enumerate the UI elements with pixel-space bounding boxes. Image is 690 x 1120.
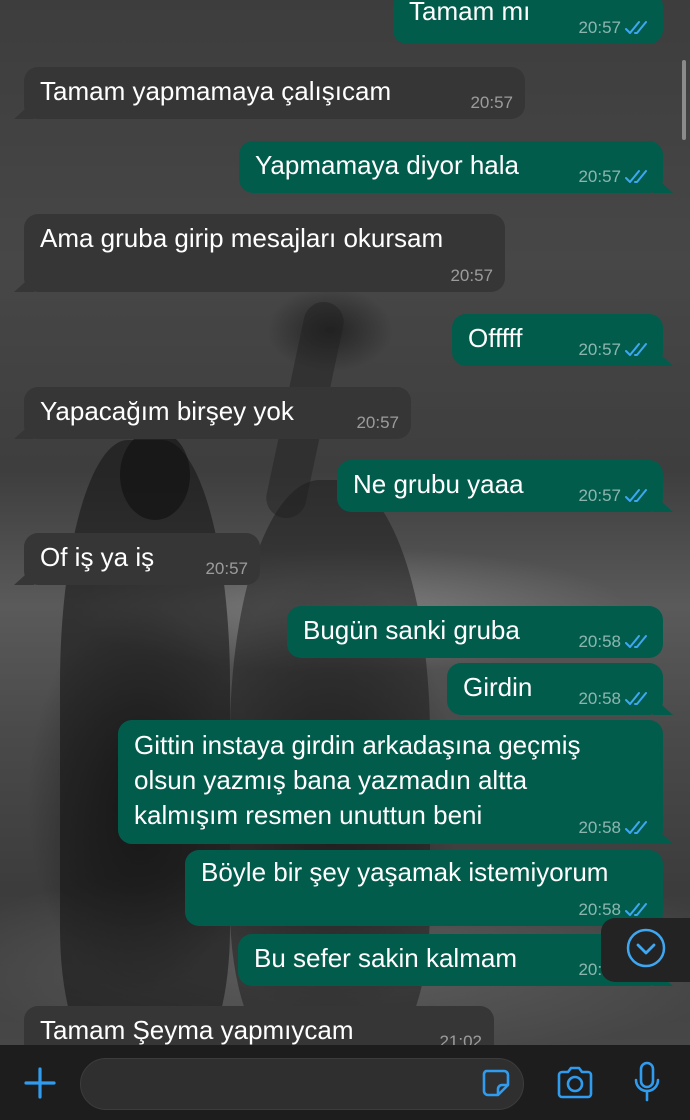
message-time: 20:57 xyxy=(578,340,621,359)
read-ticks-icon xyxy=(625,902,651,918)
message-text: Tamam Şeyma yapmıycam xyxy=(40,1015,354,1045)
sticker-icon[interactable] xyxy=(478,1065,514,1101)
message-bubble-outgoing[interactable]: Girdin 20:58 xyxy=(447,663,663,715)
message-time: 20:57 xyxy=(578,18,621,37)
message-bubble-outgoing[interactable]: Bugün sanki gruba 20:58 xyxy=(287,606,663,658)
message-meta: 20:58 xyxy=(578,818,651,838)
message-text: Yapacağım birşey yok xyxy=(40,396,294,426)
message-time: 20:57 xyxy=(356,413,399,432)
message-bubble-incoming[interactable]: Of iş ya iş 20:57 xyxy=(24,533,260,585)
read-ticks-icon xyxy=(625,169,651,185)
read-ticks-icon xyxy=(625,488,651,504)
message-time: 20:57 xyxy=(470,93,513,112)
read-ticks-icon xyxy=(625,634,651,650)
message-time: 20:58 xyxy=(578,689,621,708)
microphone-icon[interactable] xyxy=(630,1059,664,1105)
message-meta: 20:57 xyxy=(578,167,651,187)
read-ticks-icon xyxy=(625,691,651,707)
scroll-indicator[interactable] xyxy=(682,60,686,140)
message-meta: 20:58 xyxy=(578,689,651,709)
message-time: 20:57 xyxy=(578,486,621,505)
chevron-down-circle-icon xyxy=(625,927,667,974)
read-ticks-icon xyxy=(625,820,651,836)
message-text: Böyle bir şey yaşamak istemiyorum xyxy=(201,857,609,887)
message-bubble-incoming[interactable]: Tamam yapmamaya çalışıcam 20:57 xyxy=(24,67,525,119)
message-text: Ama gruba girip mesajları okursam xyxy=(40,223,444,253)
read-ticks-icon xyxy=(625,342,651,358)
message-time: 20:58 xyxy=(578,818,621,837)
read-ticks-icon xyxy=(625,20,651,36)
scroll-to-bottom-button[interactable] xyxy=(601,918,690,982)
message-input-bar xyxy=(0,1045,690,1120)
message-meta: 20:57 xyxy=(578,18,651,38)
message-time: 20:57 xyxy=(450,266,493,285)
wallpaper-figure-head xyxy=(120,430,190,520)
message-text: Gittin instaya girdin arkadaşına geçmiş … xyxy=(134,730,581,830)
message-meta: 20:57 xyxy=(578,340,651,360)
message-meta: 20:57 xyxy=(470,93,513,113)
message-bubble-incoming[interactable]: Ama gruba girip mesajları okursam 20:57 xyxy=(24,214,505,292)
message-meta: 20:57 xyxy=(578,486,651,506)
message-meta: 20:58 xyxy=(578,632,651,652)
plus-icon[interactable] xyxy=(18,1061,62,1105)
message-bubble-outgoing[interactable]: Yapmamaya diyor hala 20:57 xyxy=(239,141,663,193)
message-time: 20:58 xyxy=(578,632,621,651)
message-time: 20:58 xyxy=(578,900,621,919)
camera-icon[interactable] xyxy=(553,1063,597,1103)
message-bubble-outgoing[interactable]: Offfff 20:57 xyxy=(452,314,663,366)
message-bubble-outgoing[interactable]: Gittin instaya girdin arkadaşına geçmiş … xyxy=(118,720,663,844)
message-meta: 20:57 xyxy=(450,266,493,286)
message-meta: 20:57 xyxy=(356,413,399,433)
message-bubble-outgoing[interactable]: Tamam mı 20:57 xyxy=(393,0,663,44)
message-bubble-outgoing[interactable]: Ne grubu yaaa 20:57 xyxy=(337,460,663,512)
message-meta: 20:57 xyxy=(205,559,248,579)
message-input[interactable] xyxy=(80,1058,524,1110)
message-time: 20:57 xyxy=(205,559,248,578)
message-text: Tamam yapmamaya çalışıcam xyxy=(40,76,392,106)
message-bubble-outgoing[interactable]: Bu sefer sakin kalmam 20:58 xyxy=(238,934,663,986)
message-time: 20:57 xyxy=(578,167,621,186)
message-bubble-incoming[interactable]: Yapacağım birşey yok 20:57 xyxy=(24,387,411,439)
message-meta: 20:58 xyxy=(578,900,651,920)
message-bubble-outgoing[interactable]: Böyle bir şey yaşamak istemiyorum 20:58 xyxy=(185,850,663,926)
